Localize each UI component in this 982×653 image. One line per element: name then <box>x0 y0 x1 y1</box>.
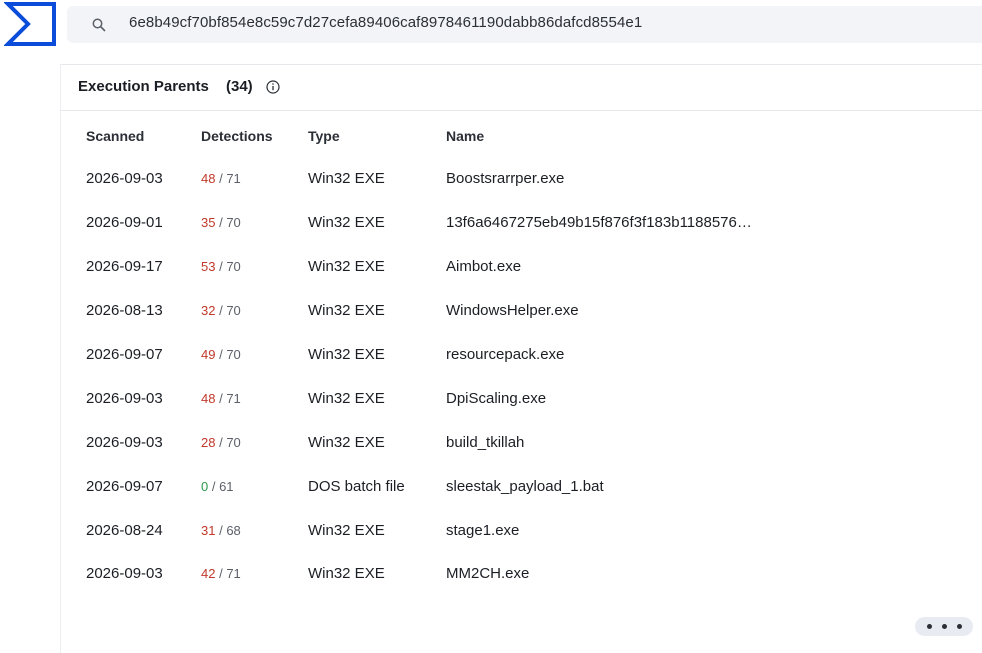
cell-detections: 35 / 70 <box>191 201 298 245</box>
detection-separator: / <box>215 259 227 275</box>
cell-scanned: 2026-08-13 <box>86 302 163 320</box>
detection-separator: / <box>215 215 227 231</box>
detection-total: 70 <box>226 434 241 450</box>
detection-total: 70 <box>226 259 241 275</box>
cell-scanned: 2026-09-01 <box>86 214 163 232</box>
cell-scanned: 2026-09-03 <box>86 170 163 188</box>
cell-detections: 48 / 71 <box>191 157 298 201</box>
cell-scanned: 2026-09-07 <box>86 477 163 495</box>
column-header-scanned[interactable]: Scanned <box>76 115 191 157</box>
execution-parents-panel: Execution Parents (34) Scanned Detection… <box>60 64 982 653</box>
cell-detections: 42 / 71 <box>191 552 298 596</box>
table-row[interactable]: 2026-09-07 49 / 70 Win32 EXE resourcepack.e… <box>76 333 846 377</box>
detection-count: 32 <box>201 303 216 319</box>
info-icon[interactable] <box>266 80 280 94</box>
search-icon <box>91 17 107 33</box>
detection-total: 71 <box>226 171 241 187</box>
detection-total: 70 <box>226 347 241 362</box>
cell-type: Win32 EXE <box>308 389 385 407</box>
cell-type: Win32 EXE <box>308 565 385 583</box>
cell-name[interactable]: Aimbot.exe <box>436 245 846 289</box>
cell-name[interactable]: WindowsHelper.exe <box>436 289 846 333</box>
cell-name[interactable]: Boostsrarrper.exe <box>436 157 846 201</box>
cell-type: Win32 EXE <box>308 433 385 451</box>
detection-count: 49 <box>201 347 216 362</box>
table-row[interactable]: 2026-08-24 31 / 68 Win32 EXE stage1.exe <box>76 508 846 552</box>
column-header-type[interactable]: Type <box>298 115 436 157</box>
search-bar[interactable]: 6e8b49cf70bf854e8c59c7d27cefa89406caf897… <box>67 6 982 43</box>
cell-name[interactable]: 13f6a6467275eb49b15f876f3f183b1188576… <box>436 201 846 245</box>
table-row[interactable]: 2026-09-03 48 / 71 Win32 EXE DpiScaling.exe <box>76 376 846 420</box>
cell-scanned: 2026-09-07 <box>86 346 163 363</box>
detection-separator: / <box>215 171 227 187</box>
sigma-logo-icon[interactable] <box>3 2 56 46</box>
cell-detections: 48 / 71 <box>191 376 298 420</box>
column-header-name[interactable]: Name <box>436 115 846 157</box>
detection-separator: / <box>215 303 227 319</box>
cell-scanned: 2026-09-03 <box>86 433 163 451</box>
cell-detections: 53 / 70 <box>191 245 298 289</box>
table-row[interactable]: 2026-09-03 42 / 71 Win32 EXE MM2CH.exe <box>76 552 846 596</box>
cell-type: Win32 EXE <box>308 346 385 363</box>
panel-count: (34) <box>226 78 253 95</box>
detection-total: 71 <box>226 390 241 406</box>
table-header-row: Scanned Detections Type Name <box>76 115 846 157</box>
cell-name[interactable]: DpiScaling.exe <box>436 376 846 420</box>
search-input[interactable]: 6e8b49cf70bf854e8c59c7d27cefa89406caf897… <box>129 14 642 31</box>
cell-name[interactable]: resourcepack.exe <box>436 333 846 377</box>
cell-type: DOS batch file <box>308 477 405 495</box>
panel-header: Execution Parents (34) <box>61 65 982 111</box>
detection-separator: / <box>215 434 227 450</box>
cell-name[interactable]: sleestak_payload_1.bat <box>436 464 846 508</box>
detection-separator: / <box>215 566 227 582</box>
detection-count: 53 <box>201 259 216 275</box>
cell-name[interactable]: MM2CH.exe <box>436 552 846 596</box>
cell-detections: 31 / 68 <box>191 508 298 552</box>
cell-scanned: 2026-09-03 <box>86 389 163 407</box>
cell-detections: 28 / 70 <box>191 420 298 464</box>
table-row[interactable]: 2026-09-03 28 / 70 Win32 EXE build_tkillah <box>76 420 846 464</box>
panel-title: Execution Parents <box>78 78 209 95</box>
cell-detections: 32 / 70 <box>191 289 298 333</box>
column-header-detections[interactable]: Detections <box>191 115 298 157</box>
detection-separator: / <box>215 522 227 538</box>
detection-count: 48 <box>201 390 216 406</box>
execution-parents-table: Scanned Detections Type Name 2026-09-03 4… <box>76 115 846 596</box>
detection-total: 70 <box>226 215 241 231</box>
cell-type: Win32 EXE <box>308 170 385 188</box>
cell-detections: 49 / 70 <box>191 333 298 377</box>
cell-type: Win32 EXE <box>308 302 385 320</box>
detection-separator: / <box>215 390 227 406</box>
cell-scanned: 2026-09-03 <box>86 565 163 583</box>
detection-count: 31 <box>201 522 216 538</box>
detection-total: 61 <box>219 478 234 494</box>
cell-detections: 0 / 61 <box>191 464 298 508</box>
cell-scanned: 2026-08-24 <box>86 521 163 539</box>
detection-separator: / <box>215 347 227 362</box>
more-options-button[interactable] <box>915 617 973 636</box>
table-row[interactable]: 2026-09-03 48 / 71 Win32 EXE Boostsrarrper.… <box>76 157 846 201</box>
cell-type: Win32 EXE <box>308 214 385 232</box>
more-horizontal-icon <box>942 624 947 629</box>
table-row[interactable]: 2026-08-13 32 / 70 Win32 EXE WindowsHelper.… <box>76 289 846 333</box>
cell-name[interactable]: build_tkillah <box>436 420 846 464</box>
cell-scanned: 2026-09-17 <box>86 258 163 276</box>
detection-count: 42 <box>201 566 216 582</box>
more-horizontal-icon <box>957 624 962 629</box>
cell-type: Win32 EXE <box>308 521 385 539</box>
detection-count: 28 <box>201 434 216 450</box>
more-horizontal-icon <box>927 624 932 629</box>
detection-total: 70 <box>226 303 241 319</box>
detection-separator: / <box>208 478 220 494</box>
cell-name[interactable]: stage1.exe <box>436 508 846 552</box>
cell-type: Win32 EXE <box>308 258 385 276</box>
table-row[interactable]: 2026-09-07 0 / 61 DOS batch file sleestak_p… <box>76 464 846 508</box>
detection-total: 71 <box>226 566 241 582</box>
table-row[interactable]: 2026-09-01 35 / 70 Win32 EXE 13f6a6467275eb… <box>76 201 846 245</box>
detection-count: 35 <box>201 215 216 231</box>
table-row[interactable]: 2026-09-17 53 / 70 Win32 EXE Aimbot.exe <box>76 245 846 289</box>
detection-count: 48 <box>201 171 216 187</box>
detection-total: 68 <box>226 522 241 538</box>
top-bar: 6e8b49cf70bf854e8c59c7d27cefa89406caf897… <box>0 0 982 56</box>
